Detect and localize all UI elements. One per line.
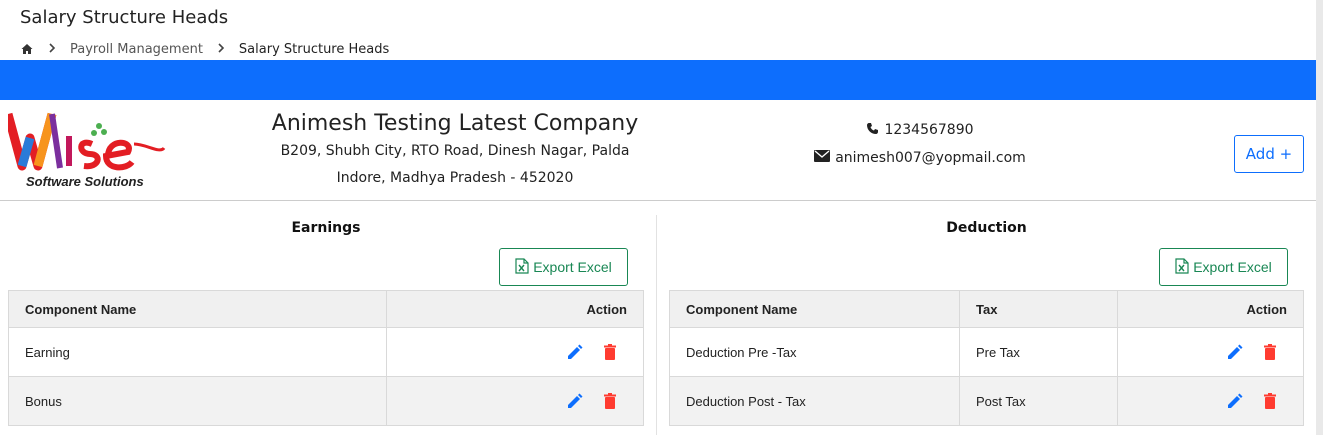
- cell-actions: [386, 327, 644, 377]
- home-icon[interactable]: [20, 42, 34, 56]
- header-band: [0, 60, 1316, 100]
- deduction-table: Component Name Tax Action Deduction Pre …: [669, 290, 1304, 426]
- export-label: Export Excel: [1193, 259, 1272, 275]
- scrollbar[interactable]: [1316, 0, 1323, 435]
- divider: [0, 200, 1316, 201]
- cell-component: Earning: [8, 327, 387, 377]
- edit-icon[interactable]: [566, 343, 584, 361]
- delete-icon[interactable]: [601, 392, 619, 410]
- company-contact: 1234567890 animesh007@yopmail.com: [770, 116, 1070, 172]
- company-address-line2: Indore, Madhya Pradesh - 452020: [336, 170, 574, 186]
- page-title: Salary Structure Heads: [20, 7, 229, 28]
- cell-actions: [1117, 376, 1304, 426]
- col-action: Action: [1117, 290, 1304, 328]
- excel-icon: [515, 257, 529, 277]
- col-component-name: Component Name: [669, 290, 960, 328]
- col-component-name: Component Name: [8, 290, 387, 328]
- deduction-title: Deduction: [946, 220, 1027, 236]
- phone-number: 1234567890: [884, 122, 974, 138]
- edit-icon[interactable]: [1226, 392, 1244, 410]
- cell-component: Deduction Post - Tax: [669, 376, 960, 426]
- table-row: Earning: [8, 327, 644, 377]
- breadcrumb: Payroll Management Salary Structure Head…: [20, 41, 389, 57]
- excel-icon: [1175, 257, 1189, 277]
- table-header-row: Component Name Tax Action: [669, 290, 1304, 328]
- cell-tax: Post Tax: [959, 376, 1118, 426]
- edit-icon[interactable]: [566, 392, 584, 410]
- cell-actions: [1117, 327, 1304, 377]
- earnings-title: Earnings: [291, 220, 361, 236]
- deduction-export-excel-button[interactable]: Export Excel: [1159, 248, 1288, 286]
- envelope-icon: [814, 150, 835, 166]
- phone-icon: [866, 122, 884, 139]
- cell-actions: [386, 376, 644, 426]
- email-address: animesh007@yopmail.com: [835, 150, 1026, 166]
- company-info: Animesh Testing Latest Company B209, Shu…: [250, 110, 660, 192]
- chevron-right-icon: [48, 42, 56, 56]
- cell-component: Deduction Pre -Tax: [669, 327, 960, 377]
- breadcrumb-current: Salary Structure Heads: [238, 41, 390, 57]
- cell-tax: Pre Tax: [959, 327, 1118, 377]
- cell-component: Bonus: [8, 376, 387, 426]
- breadcrumb-payroll-management[interactable]: Payroll Management: [70, 42, 203, 57]
- company-logo: Software Solutions: [3, 108, 173, 192]
- earnings-table: Component Name Action Earning Bonus: [8, 290, 644, 426]
- company-name: Animesh Testing Latest Company: [271, 111, 639, 136]
- delete-icon[interactable]: [1261, 343, 1279, 361]
- col-tax: Tax: [959, 290, 1118, 328]
- company-address-line1: B209, Shubh City, RTO Road, Dinesh Nagar…: [280, 143, 630, 159]
- earnings-export-excel-button[interactable]: Export Excel: [499, 248, 628, 286]
- logo-tagline: Software Solutions: [26, 174, 144, 189]
- add-button[interactable]: Add +: [1234, 135, 1304, 173]
- table-header-row: Component Name Action: [8, 290, 644, 328]
- export-label: Export Excel: [533, 259, 612, 275]
- col-action: Action: [386, 290, 644, 328]
- table-row: Deduction Post - Tax Post Tax: [669, 376, 1304, 426]
- table-row: Bonus: [8, 376, 644, 426]
- edit-icon[interactable]: [1226, 343, 1244, 361]
- table-row: Deduction Pre -Tax Pre Tax: [669, 327, 1304, 377]
- section-divider: [656, 215, 657, 435]
- delete-icon[interactable]: [601, 343, 619, 361]
- delete-icon[interactable]: [1261, 392, 1279, 410]
- chevron-right-icon: [217, 42, 225, 56]
